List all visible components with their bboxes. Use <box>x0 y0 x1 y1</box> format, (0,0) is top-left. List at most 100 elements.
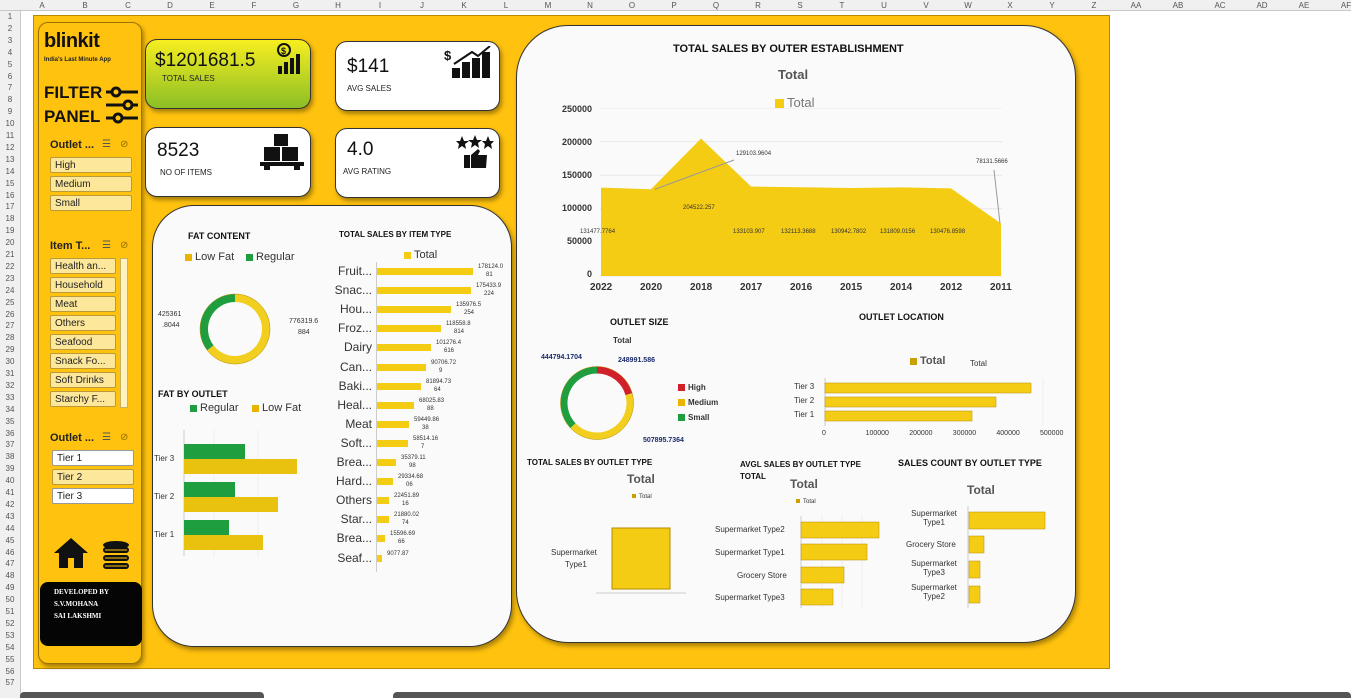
row-header[interactable]: 20 <box>0 237 20 248</box>
row-header[interactable]: 9 <box>0 106 20 117</box>
column-header[interactable]: G <box>276 0 316 11</box>
row-header[interactable]: 4 <box>0 47 20 58</box>
row-header[interactable]: 10 <box>0 118 20 129</box>
row-header[interactable]: 47 <box>0 558 20 569</box>
clear-filter-icon[interactable]: ⊘ <box>120 240 128 251</box>
column-header[interactable]: P <box>654 0 694 11</box>
row-header[interactable]: 54 <box>0 642 20 653</box>
clear-filter-icon[interactable]: ⊘ <box>120 432 128 443</box>
slicer-item-health[interactable]: Health an... <box>50 258 116 274</box>
column-header[interactable]: J <box>402 0 442 11</box>
slicer-scrollbar[interactable] <box>120 258 128 408</box>
row-header[interactable]: 36 <box>0 428 20 439</box>
slicer-item-high[interactable]: High <box>50 157 132 173</box>
column-header[interactable]: O <box>612 0 652 11</box>
column-header[interactable]: D <box>150 0 190 11</box>
column-header[interactable]: A <box>22 0 62 11</box>
row-header[interactable]: 21 <box>0 249 20 260</box>
row-header[interactable]: 46 <box>0 547 20 558</box>
row-header[interactable]: 25 <box>0 297 20 308</box>
column-header[interactable]: AF <box>1326 0 1351 11</box>
row-header[interactable]: 3 <box>0 35 20 46</box>
row-header[interactable]: 52 <box>0 618 20 629</box>
slicer-item-others[interactable]: Others <box>50 315 116 331</box>
row-header[interactable]: 34 <box>0 404 20 415</box>
column-header[interactable]: H <box>318 0 358 11</box>
column-header[interactable]: AD <box>1242 0 1282 11</box>
row-header[interactable]: 22 <box>0 261 20 272</box>
row-header[interactable]: 12 <box>0 142 20 153</box>
row-header[interactable]: 8 <box>0 94 20 105</box>
column-header[interactable]: Z <box>1074 0 1114 11</box>
row-header[interactable]: 56 <box>0 666 20 677</box>
row-header[interactable]: 28 <box>0 332 20 343</box>
home-icon[interactable] <box>52 536 90 570</box>
row-header[interactable]: 29 <box>0 344 20 355</box>
row-header[interactable]: 17 <box>0 201 20 212</box>
column-header[interactable]: B <box>65 0 105 11</box>
row-header[interactable]: 26 <box>0 309 20 320</box>
slicer-item-meat[interactable]: Meat <box>50 296 116 312</box>
column-header[interactable]: N <box>570 0 610 11</box>
column-header[interactable]: F <box>234 0 274 11</box>
row-header[interactable]: 45 <box>0 535 20 546</box>
row-header[interactable]: 7 <box>0 82 20 93</box>
row-header[interactable]: 6 <box>0 71 20 82</box>
slicer-item-starchy[interactable]: Starchy F... <box>50 391 116 407</box>
column-header[interactable]: V <box>906 0 946 11</box>
row-header[interactable]: 55 <box>0 654 20 665</box>
slicer-item-soft-drinks[interactable]: Soft Drinks <box>50 372 116 388</box>
multiselect-icon[interactable]: ☰ <box>102 139 111 150</box>
row-header[interactable]: 53 <box>0 630 20 641</box>
column-header[interactable]: X <box>990 0 1030 11</box>
column-header[interactable]: T <box>822 0 862 11</box>
row-header[interactable]: 31 <box>0 368 20 379</box>
column-header[interactable]: AB <box>1158 0 1198 11</box>
column-header[interactable]: AC <box>1200 0 1240 11</box>
row-header[interactable]: 18 <box>0 213 20 224</box>
slicer-item-medium[interactable]: Medium <box>50 176 132 192</box>
column-header[interactable]: W <box>948 0 988 11</box>
row-header[interactable]: 39 <box>0 463 20 474</box>
row-header[interactable]: 27 <box>0 320 20 331</box>
row-header[interactable]: 23 <box>0 273 20 284</box>
slicer-item-small[interactable]: Small <box>50 195 132 211</box>
database-icon[interactable] <box>101 540 131 570</box>
clear-filter-icon[interactable]: ⊘ <box>120 139 128 150</box>
column-header[interactable]: Y <box>1032 0 1072 11</box>
row-header[interactable]: 49 <box>0 582 20 593</box>
column-header[interactable]: C <box>108 0 148 11</box>
row-header[interactable]: 51 <box>0 606 20 617</box>
row-header[interactable]: 44 <box>0 523 20 534</box>
row-header[interactable]: 30 <box>0 356 20 367</box>
multiselect-icon[interactable]: ☰ <box>102 240 111 251</box>
slicer-item-tier-3[interactable]: Tier 3 <box>52 488 134 504</box>
row-header[interactable]: 1 <box>0 11 20 22</box>
column-header[interactable]: L <box>486 0 526 11</box>
row-header[interactable]: 32 <box>0 380 20 391</box>
row-header[interactable]: 42 <box>0 499 20 510</box>
row-header[interactable]: 33 <box>0 392 20 403</box>
sheet-scrollbar-left[interactable] <box>20 692 264 698</box>
column-header[interactable]: E <box>192 0 232 11</box>
row-header[interactable]: 50 <box>0 594 20 605</box>
slicer-item-tier-1[interactable]: Tier 1 <box>52 450 134 466</box>
row-header[interactable]: 11 <box>0 130 20 141</box>
column-header[interactable]: Q <box>696 0 736 11</box>
column-header[interactable]: M <box>528 0 568 11</box>
slicer-item-snack[interactable]: Snack Fo... <box>50 353 116 369</box>
column-header[interactable]: S <box>780 0 820 11</box>
sheet-scrollbar-right[interactable] <box>393 692 1351 698</box>
row-header[interactable]: 19 <box>0 225 20 236</box>
column-header[interactable]: K <box>444 0 484 11</box>
slicer-item-seafood[interactable]: Seafood <box>50 334 116 350</box>
row-header[interactable]: 2 <box>0 23 20 34</box>
column-header[interactable]: AE <box>1284 0 1324 11</box>
row-header[interactable]: 41 <box>0 487 20 498</box>
row-header[interactable]: 35 <box>0 416 20 427</box>
row-header[interactable]: 5 <box>0 59 20 70</box>
row-header[interactable]: 40 <box>0 475 20 486</box>
column-header[interactable]: U <box>864 0 904 11</box>
slicer-item-tier-2[interactable]: Tier 2 <box>52 469 134 485</box>
row-header[interactable]: 14 <box>0 166 20 177</box>
